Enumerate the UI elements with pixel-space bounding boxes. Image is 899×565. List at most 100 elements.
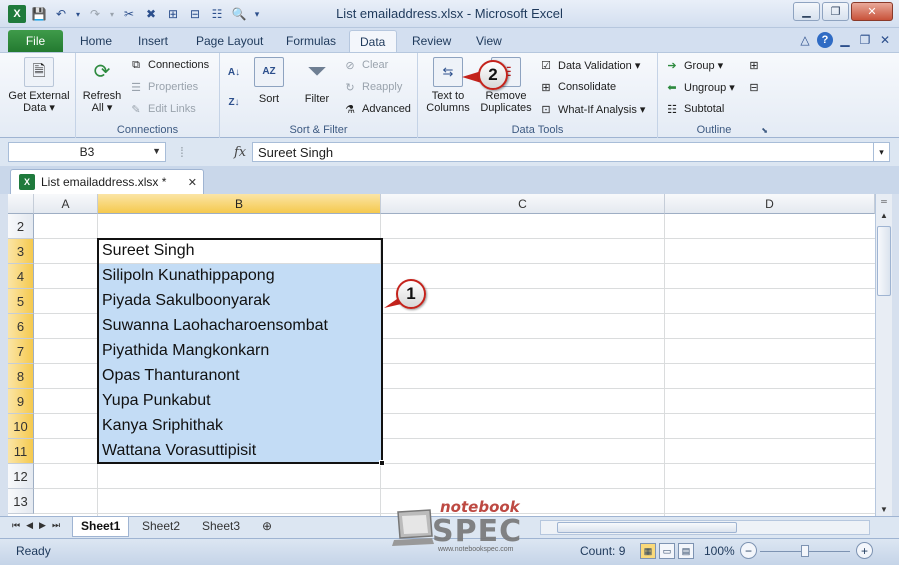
cell-b10[interactable]: Kanya Sriphithak [98, 414, 381, 439]
connections-button[interactable]: ⧉ Connections [128, 56, 209, 74]
row-header[interactable]: 8 [8, 364, 34, 389]
vertical-scroll-thumb[interactable] [877, 226, 891, 296]
what-if-analysis-button[interactable]: ⊡ What-If Analysis ▾ [538, 100, 645, 118]
cell-b6[interactable]: Suwanna Laohacharoensombat [98, 314, 381, 339]
advanced-button[interactable]: ⚗ Advanced [342, 100, 411, 118]
insert-sheet-icon[interactable]: ⊕ [254, 517, 280, 537]
horizontal-scrollbar[interactable] [540, 520, 870, 535]
next-sheet-icon[interactable]: ▶ [39, 520, 46, 531]
refresh-all-button[interactable]: ⟳ Refresh All ▾ [80, 57, 124, 114]
workbook-restore-icon[interactable]: ❐ [857, 32, 873, 48]
fill-handle[interactable] [379, 460, 385, 466]
scroll-up-arrow-icon[interactable]: ▲ [876, 208, 892, 222]
close-button[interactable]: ✕ [851, 2, 893, 21]
sort-button[interactable]: AZ Sort [252, 57, 286, 105]
row-header[interactable]: 2 [8, 214, 34, 239]
show-detail-button[interactable]: ⊞ [746, 56, 762, 74]
zoom-out-icon[interactable]: − [740, 542, 757, 559]
split-box-icon[interactable]: ═ [876, 194, 892, 208]
cell-b8[interactable]: Opas Thanturanont [98, 364, 381, 389]
row-header[interactable]: 13 [8, 489, 34, 514]
last-sheet-icon[interactable]: ⏭ [52, 520, 60, 531]
reapply-button[interactable]: ↻ Reapply [342, 78, 402, 96]
sheet-tab-3[interactable]: Sheet3 [194, 517, 248, 537]
cell-b3-active[interactable]: Sureet Singh [98, 239, 381, 264]
zoom-slider-thumb[interactable] [801, 545, 809, 557]
column-header-b[interactable]: B [98, 194, 381, 214]
prev-sheet-icon[interactable]: ◀ [26, 520, 33, 531]
formula-input[interactable]: Sureet Singh [252, 142, 874, 162]
workbook-tab[interactable]: X List emailaddress.xlsx * ✕ [10, 169, 204, 194]
row-header[interactable]: 5 [8, 289, 34, 314]
select-all-corner[interactable] [8, 194, 34, 214]
row-header[interactable]: 7 [8, 339, 34, 364]
scroll-down-arrow-icon[interactable]: ▼ [876, 502, 892, 516]
ungroup-button[interactable]: ⬅ Ungroup ▾ [664, 78, 734, 96]
row-header[interactable]: 9 [8, 389, 34, 414]
page-layout-view-icon[interactable]: ▭ [659, 543, 675, 559]
sort-z-a-button[interactable]: Z↓ [226, 93, 242, 111]
edit-links-button[interactable]: ✎ Edit Links [128, 100, 195, 118]
expand-formula-bar-icon[interactable]: ▾ [873, 142, 890, 162]
data-validation-button[interactable]: ☑ Data Validation ▾ [538, 56, 640, 74]
properties-button[interactable]: ☰ Properties [128, 78, 198, 96]
tab-view[interactable]: View [466, 30, 512, 52]
name-box-dropdown-icon[interactable]: ▼ [152, 146, 161, 156]
clear-label: Clear [362, 59, 389, 71]
sort-a-z-button[interactable]: A↓ [226, 63, 242, 81]
tab-page-layout[interactable]: Page Layout [186, 30, 273, 52]
normal-view-icon[interactable]: ▦ [640, 543, 656, 559]
get-external-data-button[interactable]: 🗎 Get External Data ▾ [4, 57, 74, 114]
subtotal-button[interactable]: ☷ Subtotal [664, 100, 724, 118]
zoom-in-icon[interactable]: + [856, 542, 873, 559]
cell-b5[interactable]: Piyada Sakulboonyarak [98, 289, 381, 314]
subtotal-label: Subtotal [684, 103, 725, 115]
workbook-tab-close-icon[interactable]: ✕ [188, 176, 197, 189]
row-header[interactable]: 6 [8, 314, 34, 339]
hide-detail-button[interactable]: ⊟ [746, 78, 762, 96]
help-icon[interactable]: ? [817, 32, 833, 48]
cell-b4[interactable]: Silipoln Kunathippapong [98, 264, 381, 289]
tab-file[interactable]: File [8, 30, 63, 52]
page-break-view-icon[interactable]: ▤ [678, 543, 694, 559]
get-external-label-2: Data ▾ [23, 102, 55, 114]
sheet-tab-1[interactable]: Sheet1 [72, 517, 130, 537]
column-header-a[interactable]: A [34, 194, 98, 214]
row-header[interactable]: 3 [8, 239, 34, 264]
consolidate-button[interactable]: ⊞ Consolidate [538, 78, 616, 96]
tab-data[interactable]: Data [349, 30, 397, 52]
name-box[interactable]: B3 ▼ [8, 142, 166, 162]
tab-home[interactable]: Home [70, 30, 122, 52]
workbook-minimize-icon[interactable]: ▁ [837, 32, 853, 48]
minimize-ribbon-icon[interactable]: △ [797, 32, 813, 48]
tab-review[interactable]: Review [402, 30, 461, 52]
horizontal-scroll-thumb[interactable] [557, 522, 737, 533]
tab-insert[interactable]: Insert [128, 30, 178, 52]
sheet-tab-2[interactable]: Sheet2 [134, 517, 188, 537]
insert-function-icon[interactable]: fx [234, 145, 246, 160]
workbook-close-icon[interactable]: ✕ [877, 32, 893, 48]
row-header[interactable]: 10 [8, 414, 34, 439]
outline-group-label: Outline [696, 124, 732, 136]
column-header-c[interactable]: C [381, 194, 665, 214]
refresh-label-1: Refresh [82, 90, 122, 102]
cell-b9[interactable]: Yupa Punkabut [98, 389, 381, 414]
row-header[interactable]: 11 [8, 439, 34, 464]
data-validation-icon: ☑ [541, 59, 551, 72]
cell-b11[interactable]: Wattana Vorasuttipisit [98, 439, 381, 464]
vertical-scrollbar[interactable]: ═ ▲ ▼ [875, 194, 892, 516]
minimize-button[interactable]: ▁ [793, 2, 820, 21]
row-header[interactable]: 4 [8, 264, 34, 289]
spreadsheet-grid[interactable]: A B C D 2 3 4 5 6 7 8 9 10 11 12 13 Sure… [8, 194, 875, 516]
outline-dialog-launcher-icon[interactable]: ⬊ [761, 126, 768, 135]
filter-button[interactable]: ⏷ Filter [298, 57, 336, 106]
zoom-level[interactable]: 100% [704, 544, 735, 558]
restore-button[interactable]: ❐ [822, 2, 849, 21]
group-button[interactable]: ➔ Group ▾ [664, 56, 723, 74]
tab-formulas[interactable]: Formulas [276, 30, 346, 52]
cell-b7[interactable]: Piyathida Mangkonkarn [98, 339, 381, 364]
clear-button[interactable]: ⊘ Clear [342, 56, 388, 74]
row-header[interactable]: 12 [8, 464, 34, 489]
first-sheet-icon[interactable]: ⏮ [12, 520, 20, 531]
column-header-d[interactable]: D [665, 194, 875, 214]
